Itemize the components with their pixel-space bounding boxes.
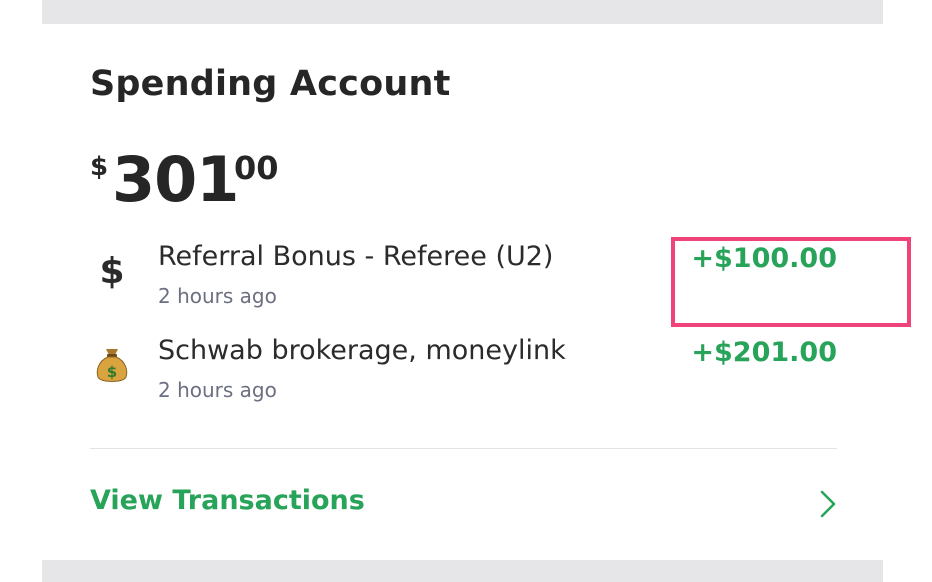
transaction-time: 2 hours ago [158,284,277,308]
balance-whole: 301 [112,143,239,216]
transaction-row[interactable]: $ Schwab brokerage, moneylink 2 hours ag… [90,331,837,402]
next-card-edge [42,560,883,582]
spending-account-card: Spending Account $ 301 00 $ Referral Bon… [42,24,911,560]
svg-text:$: $ [107,363,117,381]
transaction-time: 2 hours ago [158,378,277,402]
money-bag-icon: $ [90,343,134,387]
dollar-sign-icon: $ [99,250,125,292]
previous-card-edge [42,0,883,24]
view-transactions-link[interactable]: View Transactions [90,479,837,529]
amount-highlight-box [671,237,911,327]
chevron-right-icon [819,489,837,523]
transaction-amount: +$201.00 [691,337,837,368]
balance-currency-symbol: $ [90,152,109,182]
transaction-name: Schwab brokerage, moneylink [158,335,566,366]
divider [90,448,837,449]
card-title: Spending Account [90,64,451,104]
transaction-name: Referral Bonus - Referee (U2) [158,241,554,272]
view-transactions-label: View Transactions [90,485,365,516]
balance-cents: 00 [234,149,279,187]
